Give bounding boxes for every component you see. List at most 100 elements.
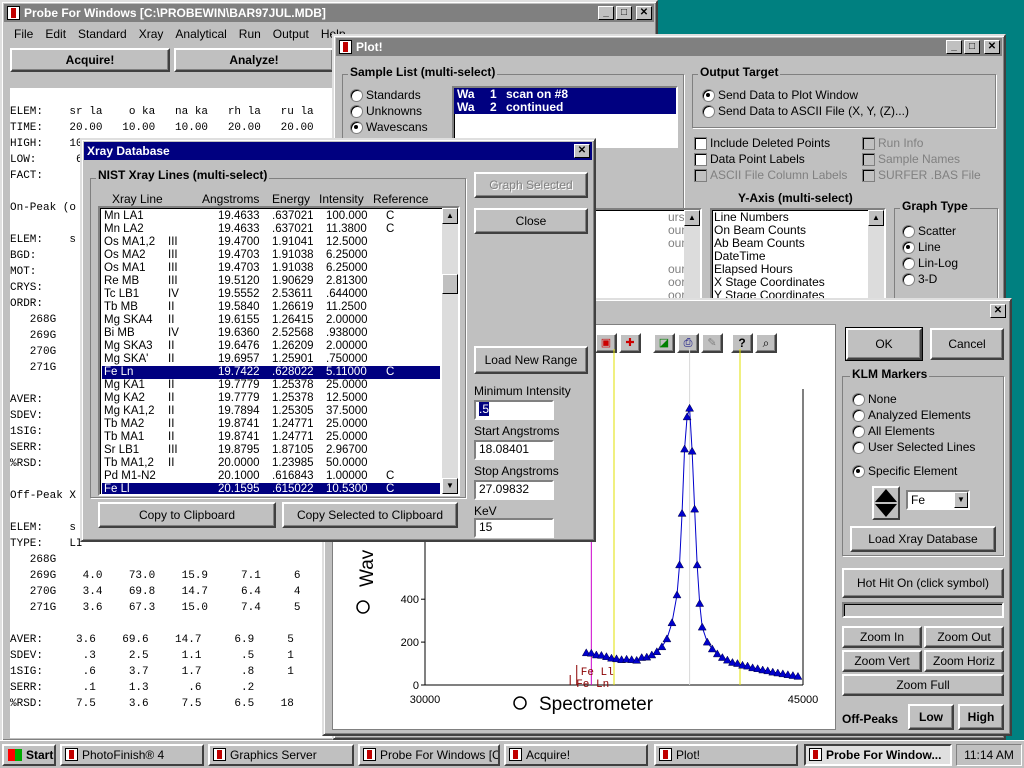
radio-scatter[interactable]: Scatter: [902, 224, 956, 238]
zoom-vert-button[interactable]: Zoom Vert: [842, 650, 922, 672]
radio-send-ascii[interactable]: Send Data to ASCII File (X, Y, (Z)...): [702, 104, 909, 118]
menu-item-standard[interactable]: Standard: [78, 27, 127, 41]
radio-send-plot[interactable]: Send Data to Plot Window: [702, 88, 858, 102]
menu-item-file[interactable]: File: [14, 27, 33, 41]
zoom-out-button[interactable]: Zoom Out: [924, 626, 1004, 648]
start-button[interactable]: Start: [2, 744, 56, 766]
radio-3d[interactable]: 3-D: [902, 272, 937, 286]
table-row[interactable]: Tb MA2 II 19.8741 1.24771 25.0000: [102, 418, 440, 431]
table-row[interactable]: Sr LB1 III 19.8795 1.87105 2.96700: [102, 444, 440, 457]
acquire-button[interactable]: Acquire!: [10, 48, 170, 72]
check-surfer[interactable]: SURFER .BAS File: [862, 168, 981, 182]
list-item[interactable]: Wa 2 continued: [454, 101, 676, 114]
table-row[interactable]: Os MA1 III 19.4703 1.91038 6.25000: [102, 262, 440, 275]
maximize-button[interactable]: □: [964, 40, 980, 54]
min-intensity-input[interactable]: .5: [474, 400, 554, 420]
close-button[interactable]: ✕: [574, 144, 590, 158]
element-spinner[interactable]: [872, 486, 900, 520]
table-row[interactable]: Pd M1-N2 20.1000 .616843 1.00000 C: [102, 470, 440, 483]
task-button[interactable]: Probe For Windows [C:...: [358, 744, 500, 766]
zoom-in-button[interactable]: Zoom In: [842, 626, 922, 648]
spin-up-icon[interactable]: [875, 489, 897, 502]
xray-scrollbar[interactable]: ▲ ▼: [442, 208, 458, 494]
task-button[interactable]: PhotoFinish® 4: [60, 744, 204, 766]
minimize-button[interactable]: _: [946, 40, 962, 54]
menu-item-analytical[interactable]: Analytical: [175, 27, 226, 41]
radio-klm-all[interactable]: All Elements: [852, 424, 935, 438]
ok-button[interactable]: OK: [845, 327, 923, 361]
y-axis-list[interactable]: Line Numbers On Beam Counts Ab Beam Counts…: [710, 208, 886, 300]
zoom-horiz-button[interactable]: Zoom Horiz: [924, 650, 1004, 672]
menu-item-run[interactable]: Run: [239, 27, 261, 41]
hot-hit-button[interactable]: Hot Hit On (click symbol): [842, 568, 1004, 598]
maximize-button[interactable]: □: [616, 6, 632, 20]
radio-unknowns[interactable]: Unknowns: [350, 104, 422, 118]
dropdown-arrow-icon[interactable]: ▼: [954, 492, 968, 508]
high-button[interactable]: High: [958, 704, 1004, 730]
table-row[interactable]: Bi MB IV 19.6360 2.52568 .938000: [102, 327, 440, 340]
table-row[interactable]: Tc LB1 IV 19.5552 2.53611 .644000: [102, 288, 440, 301]
cell-line: Os MA1: [104, 262, 146, 274]
task-button[interactable]: Plot!: [654, 744, 798, 766]
copy-to-clipboard-button[interactable]: Copy to Clipboard: [98, 502, 276, 528]
task-button[interactable]: Graphics Server: [208, 744, 354, 766]
task-button[interactable]: Acquire!: [504, 744, 648, 766]
spin-down-icon[interactable]: [875, 504, 897, 517]
close-button[interactable]: ✕: [990, 304, 1006, 318]
table-row[interactable]: Mg KA1,2 II 19.7894 1.25305 37.5000: [102, 405, 440, 418]
cancel-button[interactable]: Cancel: [930, 328, 1004, 360]
load-new-range-button[interactable]: Load New Range: [474, 346, 588, 374]
menu-item-edit[interactable]: Edit: [45, 27, 66, 41]
radio-line[interactable]: Line: [902, 240, 941, 254]
zoom-full-button[interactable]: Zoom Full: [842, 674, 1004, 696]
kev-input[interactable]: 15: [474, 518, 554, 538]
radio-klm-user[interactable]: User Selected Lines: [852, 440, 975, 454]
stop-angstroms-input[interactable]: 27.09832: [474, 480, 554, 500]
element-select[interactable]: Fe ▼: [906, 490, 970, 510]
scroll-down-icon[interactable]: ▼: [442, 478, 458, 494]
table-row[interactable]: Re MB III 19.5120 1.90629 2.81300: [102, 275, 440, 288]
radio-klm-none[interactable]: None: [852, 392, 897, 406]
table-row[interactable]: Mg KA1 II 19.7779 1.25378 25.0000: [102, 379, 440, 392]
low-button[interactable]: Low: [908, 704, 954, 730]
radio-linlog[interactable]: Lin-Log: [902, 256, 958, 270]
radio-wavescans[interactable]: Wavescans: [350, 120, 428, 134]
table-row[interactable]: Os MA1,2 III 19.4700 1.91041 12.5000: [102, 236, 440, 249]
table-row[interactable]: Mn LA2 19.4633 .637021 11.3800 C: [102, 223, 440, 236]
table-row[interactable]: Mg SKA4 II 19.6155 1.26415 2.00000: [102, 314, 440, 327]
close-button[interactable]: ✕: [636, 6, 652, 20]
check-sample-names[interactable]: Sample Names: [862, 152, 960, 166]
menu-item-xray[interactable]: Xray: [139, 27, 164, 41]
load-xray-database-button[interactable]: Load Xray Database: [850, 526, 996, 552]
xray-lines-list[interactable]: Mn LA1 19.4633 .637021 100.000 C Mn LA2 19.463…: [98, 206, 460, 496]
table-row[interactable]: Tb MA1 II 19.8741 1.24771 25.0000: [102, 431, 440, 444]
xray-close-button[interactable]: Close: [474, 208, 588, 234]
table-row[interactable]: Mg SKA' II 19.6957 1.25901 .750000: [102, 353, 440, 366]
list-item[interactable]: Wa 1 scan on #8: [454, 88, 676, 101]
table-row[interactable]: Fe Ll 20.1595 .615022 10.5300 C: [102, 483, 440, 494]
check-include-deleted[interactable]: Include Deleted Points: [694, 136, 830, 150]
scroll-up-icon[interactable]: ▲: [442, 208, 458, 224]
minimize-button[interactable]: _: [598, 6, 614, 20]
table-row[interactable]: Tb MA1,2 II 20.0000 1.23985 50.0000: [102, 457, 440, 470]
radio-klm-analyzed[interactable]: Analyzed Elements: [852, 408, 971, 422]
radio-standards[interactable]: Standards: [350, 88, 421, 102]
table-row[interactable]: Mg KA2 II 19.7779 1.25378 12.5000: [102, 392, 440, 405]
table-row[interactable]: Mg SKA3 II 19.6476 1.26209 2.00000: [102, 340, 440, 353]
menu-item-output[interactable]: Output: [273, 27, 309, 41]
task-button[interactable]: Probe For Window...: [804, 744, 952, 766]
copy-selected-button[interactable]: Copy Selected to Clipboard: [282, 502, 458, 528]
close-button[interactable]: ✕: [984, 40, 1000, 54]
table-row[interactable]: Fe Ln 19.7422 .628022 5.11000 C: [102, 366, 440, 379]
analyze-button[interactable]: Analyze!: [174, 48, 334, 72]
table-row[interactable]: Mn LA1 19.4633 .637021 100.000 C: [102, 210, 440, 223]
check-run-info[interactable]: Run Info: [862, 136, 923, 150]
start-angstroms-input[interactable]: 18.08401: [474, 440, 554, 460]
table-row[interactable]: Tb MB II 19.5840 1.26619 11.2500: [102, 301, 440, 314]
table-row[interactable]: Os MA2 III 19.4703 1.91038 6.25000: [102, 249, 440, 262]
radio-klm-specific[interactable]: Specific Element: [852, 464, 957, 478]
check-data-labels[interactable]: Data Point Labels: [694, 152, 805, 166]
graph-selected-button[interactable]: Graph Selected: [474, 172, 588, 198]
check-ascii-labels[interactable]: ASCII File Column Labels: [694, 168, 847, 182]
scroll-thumb[interactable]: [442, 274, 458, 294]
